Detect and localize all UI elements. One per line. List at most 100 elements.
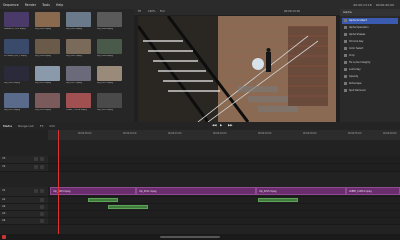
effect-icon [344,75,347,78]
video-clip[interactable]: clip_0015.mpeg [256,187,346,195]
bin-clip[interactable]: LOBBY_CLIP14.mpeg [66,93,91,113]
effect-item[interactable]: Crop [342,53,398,59]
track-lock-icon[interactable] [34,165,38,169]
track-mute-icon[interactable] [40,205,44,209]
clip-name: clip_0014.mpeg [35,109,51,111]
tab-media[interactable]: Media [0,124,15,128]
effect-item[interactable]: Alpha Gradient [342,18,398,24]
playhead[interactable] [58,130,59,234]
bin-clip[interactable]: clip_0002.mpeg [35,12,60,32]
effect-item[interactable]: Luma Key [342,67,398,73]
tab-fx[interactable]: FX [37,124,47,128]
effect-item[interactable]: Spot Remover [342,88,398,94]
tab-info[interactable]: Info [47,124,59,128]
clip-thumbnail [4,39,29,54]
track-mute-icon[interactable] [40,212,44,216]
video-clip[interactable]: clip_0011.mpeg [136,187,256,195]
track-header-a1[interactable]: A1 [0,197,48,204]
clip-name: LEAVING_CLIP1.mpeg [4,28,26,30]
track-visibility-icon[interactable] [40,157,44,161]
viewer-timecode: 00:00:13:18 [284,10,300,13]
menu-help[interactable]: Help [53,3,66,7]
track-lock-icon[interactable] [34,189,38,193]
zoom-button[interactable]: 100% [148,10,155,13]
track-header-v2[interactable]: V2 [0,164,48,172]
effect-item[interactable]: Color Select [342,46,398,52]
menu-sequence[interactable]: Sequence [0,3,22,7]
bin-clip[interactable]: clip_0011.mpeg [66,66,91,86]
menu-tools[interactable]: Tools [39,3,53,7]
clip-name: clip_0003.mpeg [66,28,82,30]
clip-thumbnail [97,39,122,54]
forward-button[interactable]: ▶▶ [228,123,233,127]
bin-clip[interactable]: clip_0012.mpeg [97,66,122,86]
play-button[interactable]: ▶ [220,123,222,127]
track-label: A3 [2,212,6,215]
track-lane-v3[interactable] [48,156,400,164]
video-clip[interactable]: clip_0003.mpeg [50,187,136,195]
effect-item[interactable]: Fix Luma Integrity [342,60,398,66]
clip-name: clip_0011.mpeg [66,82,82,84]
track-lock-icon[interactable] [34,157,38,161]
track-header-v3[interactable]: V3 [0,156,48,164]
audio-clip[interactable] [258,198,298,202]
track-lane-v1[interactable]: clip_0003.mpeg clip_0011.mpeg clip_0015.… [48,187,400,197]
track-lane-a1[interactable] [48,197,400,204]
fit-button[interactable]: Fit [138,10,141,13]
clip-name: clip_0016.mpeg [97,109,113,111]
effect-item[interactable]: Alpha Operation [342,25,398,31]
track-header-a3[interactable]: A3 [0,211,48,218]
clip-name: FLOWERS_MG_1.mpeg [4,55,27,57]
bin-clip[interactable]: clip_0004.mpeg [97,12,122,32]
effect-label: Alpha Operation [349,26,369,29]
clip-name: clip_0009.mpeg [4,82,20,84]
audio-clip[interactable] [88,198,118,202]
record-icon[interactable] [2,235,6,239]
track-mute-icon[interactable] [40,219,44,223]
quality-button[interactable]: Full [160,10,164,13]
track-lane-a3[interactable] [48,211,400,218]
bin-clip[interactable]: clip_0009.mpeg [4,66,29,86]
bin-clip[interactable]: LEAVING_CLIP1.mpeg [4,12,29,32]
effect-item[interactable]: Opacity [342,74,398,80]
effect-icon [344,47,347,50]
bin-clip[interactable]: clip_0007.mpeg [66,39,91,59]
tab-range-list[interactable]: Range List [15,124,37,128]
timeline-ruler[interactable]: 00:00:05:00 00:00:10:00 00:00:15:00 00:0… [48,130,400,140]
clip-thumbnail [97,93,122,108]
clip-name: clip_0013.mpeg [4,109,20,111]
rewind-button[interactable]: ◀◀ [212,123,217,127]
bin-clip[interactable]: clip_0016.mpeg [97,93,122,113]
menu-render[interactable]: Render [22,3,39,7]
bin-clip[interactable]: clip_0014.mpeg [35,93,60,113]
track-lane-v2[interactable] [48,164,400,172]
clip-name: clip_0008.mpeg [97,55,113,57]
track-lane-a4[interactable] [48,218,400,225]
video-clip[interactable]: LOBBY_CLIP14.mpeg [346,187,400,195]
clip-thumbnail [4,12,29,27]
track-label: A2 [2,205,6,208]
track-header-v1[interactable]: V1 [0,187,48,197]
effect-item[interactable]: Alpha Shapes [342,32,398,38]
effect-item[interactable]: Chroma Key [342,39,398,45]
timeline-scrollbar[interactable] [160,236,220,238]
effect-item[interactable]: Rotoscape [342,81,398,87]
track-lane-a2[interactable] [48,204,400,211]
bin-clip[interactable]: clip_0008.mpeg [97,39,122,59]
audio-clip[interactable] [108,205,148,209]
panel-tabs: Media Range List FX Info ▶ ◀◀ ▶▶ [0,122,400,130]
video-preview[interactable] [138,16,336,122]
track-header-a4[interactable]: A4 [0,218,48,225]
clip-thumbnail [35,66,60,81]
bin-clip[interactable]: FLOWERS_MG_1.mpeg [4,39,29,59]
effect-icon [344,82,347,85]
bin-clip[interactable]: clip_0006.mpeg [35,39,60,59]
bin-clip[interactable]: clip_0010.mpeg [35,66,60,86]
clip-name: clip_0002.mpeg [35,28,51,30]
track-visibility-icon[interactable] [40,189,44,193]
track-header-a2[interactable]: A2 [0,204,48,211]
track-mute-icon[interactable] [40,198,44,202]
bin-clip[interactable]: clip_0003.mpeg [66,12,91,32]
bin-clip[interactable]: clip_0013.mpeg [4,93,29,113]
track-visibility-icon[interactable] [40,165,44,169]
